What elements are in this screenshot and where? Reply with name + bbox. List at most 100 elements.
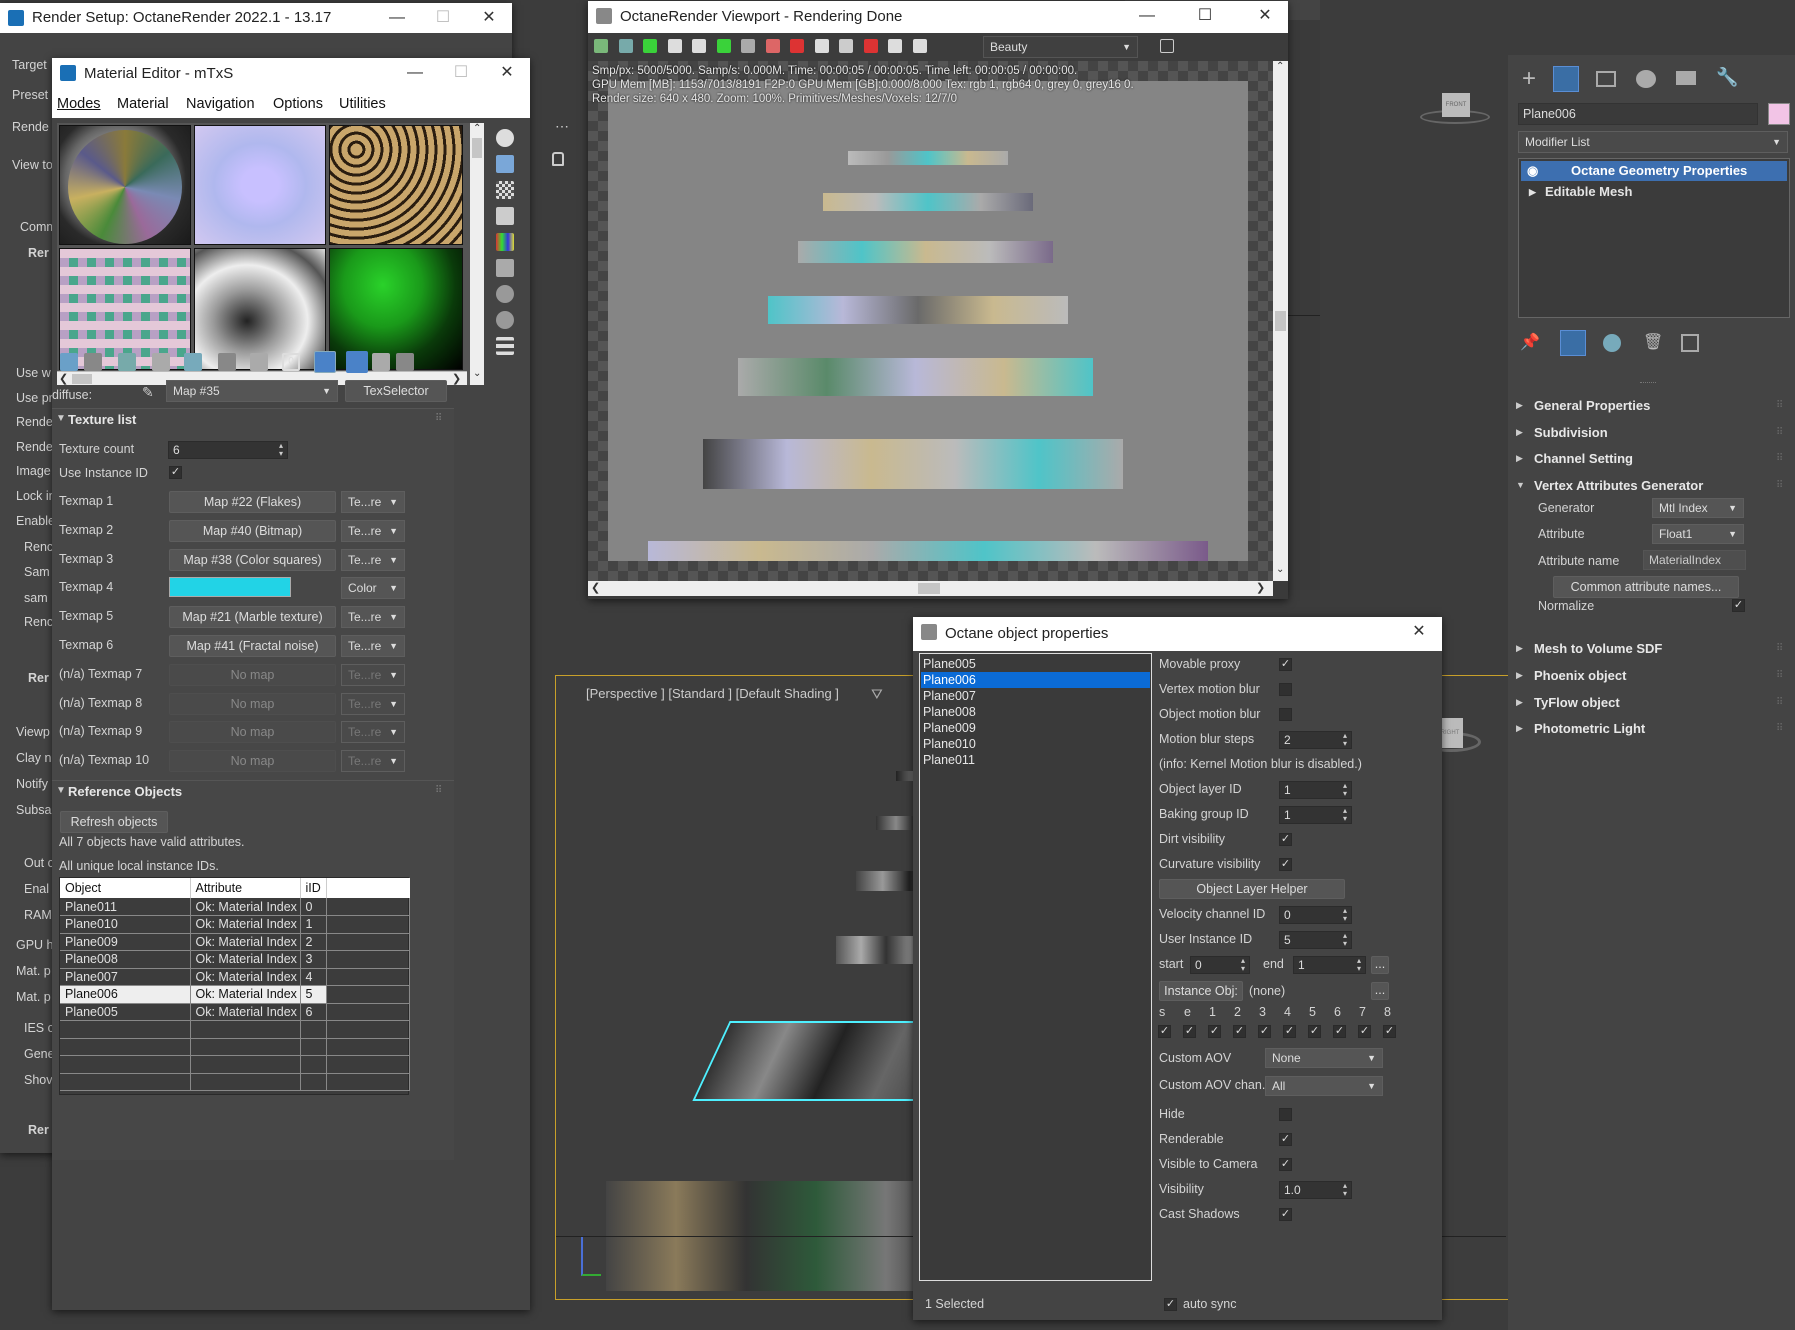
- texmap-type-dropdown[interactable]: Te...re: [341, 606, 405, 629]
- texmap-type-dropdown[interactable]: Te...re: [341, 491, 405, 513]
- list-item[interactable]: Plane011: [921, 752, 1150, 768]
- scroll-down-icon[interactable]: ⌄: [473, 368, 481, 379]
- list-item[interactable]: Plane009: [921, 720, 1150, 736]
- texmap-type-dropdown[interactable]: Te...re: [341, 635, 405, 657]
- modify-tab-icon[interactable]: [1553, 66, 1579, 92]
- table-row[interactable]: [60, 1073, 410, 1091]
- layer-col-checkbox[interactable]: ✓: [1208, 1025, 1221, 1038]
- layer-col-checkbox[interactable]: ✓: [1308, 1025, 1321, 1038]
- options-icon[interactable]: [496, 285, 514, 303]
- grip-icon[interactable]: ⠿: [1776, 453, 1783, 464]
- make-unique-icon[interactable]: [1603, 334, 1621, 352]
- object-list[interactable]: Plane005 Plane006 Plane007 Plane008 Plane009…: [919, 653, 1152, 1281]
- texmap-type-dropdown[interactable]: Te...re: [341, 721, 405, 744]
- slots-vscroll[interactable]: ⌃ ⌄: [470, 123, 484, 385]
- grip-icon[interactable]: ⠿: [1776, 643, 1783, 654]
- scroll-left-icon[interactable]: ❮: [591, 581, 600, 594]
- refresh-objects-button[interactable]: Refresh objects: [60, 811, 168, 833]
- texmap-map-button[interactable]: No map: [169, 750, 336, 773]
- texture-count-spinner[interactable]: 6: [168, 441, 288, 459]
- collapse-icon[interactable]: ▼: [56, 413, 66, 424]
- layer-col-checkbox[interactable]: ✓: [1233, 1025, 1246, 1038]
- table-row[interactable]: Plane008 Ok: Material Index 3: [60, 950, 410, 968]
- normalize-checkbox[interactable]: ✓: [1732, 599, 1745, 612]
- table-row[interactable]: Plane011 Ok: Material Index 0: [60, 898, 410, 916]
- movable-proxy-checkbox[interactable]: ✓: [1279, 658, 1292, 671]
- create-tab-icon[interactable]: +: [1522, 65, 1536, 93]
- rollout-header[interactable]: ▶ Phoenix object ⠿: [1514, 668, 1792, 688]
- close-button[interactable]: ✕: [1396, 617, 1442, 647]
- background-icon[interactable]: [496, 181, 514, 199]
- texmap-type-dropdown[interactable]: Te...re: [341, 519, 405, 542]
- table-row[interactable]: Plane009 Ok: Material Index 2: [60, 933, 410, 951]
- curvature-visibility-checkbox[interactable]: ✓: [1279, 858, 1292, 871]
- eyedropper-icon[interactable]: ✎: [142, 384, 154, 401]
- layer-col-checkbox[interactable]: ✓: [1333, 1025, 1346, 1038]
- reset-map-icon[interactable]: [152, 353, 170, 371]
- list-item[interactable]: Plane007: [921, 688, 1150, 704]
- custom-aov-dropdown[interactable]: None: [1265, 1048, 1383, 1068]
- put-to-scene-icon[interactable]: [84, 353, 102, 371]
- close-button[interactable]: ✕: [1242, 1, 1288, 31]
- viewport-tool-icon[interactable]: [765, 39, 780, 53]
- show-end-result-icon[interactable]: [1560, 330, 1586, 356]
- preview-icon[interactable]: [496, 259, 514, 277]
- rollout-header[interactable]: ▶ Subdivision ⠿: [1514, 425, 1792, 445]
- render-pass-dropdown[interactable]: Beauty: [983, 36, 1138, 58]
- start-spinner[interactable]: 0: [1190, 956, 1250, 974]
- close-button[interactable]: ✕: [484, 58, 530, 88]
- minimize-button[interactable]: —: [1124, 1, 1170, 31]
- viewport-tool-icon[interactable]: [594, 39, 608, 53]
- make-unique-icon[interactable]: [184, 353, 202, 371]
- scroll-right-icon[interactable]: ❯: [1256, 581, 1265, 594]
- go-to-parent-icon[interactable]: [372, 353, 390, 371]
- backlight-icon[interactable]: [496, 155, 514, 173]
- expand-icon[interactable]: ▶: [1516, 453, 1523, 464]
- grip-icon[interactable]: ⠿: [435, 785, 442, 796]
- pin-stack-icon[interactable]: 📌: [1520, 332, 1540, 352]
- texmap-map-button[interactable]: No map: [169, 721, 336, 744]
- video-check-icon[interactable]: [496, 233, 514, 251]
- scroll-thumb[interactable]: [918, 583, 940, 594]
- grip-icon[interactable]: ⠿: [1776, 670, 1783, 681]
- viewport-tool-icon[interactable]: [814, 39, 829, 53]
- maximize-button[interactable]: ☐: [1182, 1, 1228, 31]
- material-editor-window[interactable]: Material Editor - mTxS — ☐ ✕ Modes Mater…: [52, 58, 530, 1310]
- remove-modifier-icon[interactable]: 🗑: [1643, 332, 1663, 352]
- list-item[interactable]: Plane008: [921, 704, 1150, 720]
- vertex-mb-checkbox[interactable]: [1279, 683, 1292, 696]
- channel-id-icon[interactable]: 0: [282, 353, 300, 371]
- material-id-icon[interactable]: [250, 353, 268, 371]
- col-attribute[interactable]: Attribute: [190, 878, 301, 898]
- mb-steps-spinner[interactable]: 2: [1279, 731, 1352, 749]
- configure-sets-icon[interactable]: [1681, 334, 1699, 352]
- scroll-thumb[interactable]: [472, 138, 482, 158]
- viewport-tool-icon[interactable]: [643, 39, 657, 53]
- object-name-field[interactable]: Plane006: [1518, 103, 1758, 125]
- grip-icon[interactable]: ⠿: [435, 413, 442, 424]
- show-end-result-icon[interactable]: [346, 351, 368, 373]
- renderable-checkbox[interactable]: ✓: [1279, 1133, 1292, 1146]
- minimize-button[interactable]: —: [374, 3, 420, 33]
- stack-item-editable-mesh[interactable]: ▶ Editable Mesh: [1521, 182, 1787, 202]
- rollout-header[interactable]: ▶ Channel Setting ⠿: [1514, 451, 1792, 471]
- rollout-header[interactable]: ▶ Mesh to Volume SDF ⠿: [1514, 641, 1792, 661]
- menu-modes[interactable]: Modes: [57, 96, 101, 112]
- texmap-map-button[interactable]: No map: [169, 692, 336, 715]
- minimize-button[interactable]: —: [392, 58, 438, 88]
- viewport-hscroll[interactable]: ❮ ❯: [588, 581, 1273, 596]
- texmap-map-button[interactable]: Map #21 (Marble texture): [169, 606, 336, 629]
- common-attribute-names-button[interactable]: Common attribute names...: [1553, 576, 1739, 598]
- expand-icon[interactable]: ▶: [1516, 697, 1523, 708]
- map-dropdown[interactable]: Map #35: [166, 380, 338, 402]
- menu-utilities[interactable]: Utilities: [339, 96, 386, 112]
- rollout-header[interactable]: ▶ Photometric Light ⠿: [1514, 721, 1792, 741]
- texmap-color-swatch[interactable]: [169, 577, 291, 598]
- region-icon[interactable]: [1160, 39, 1174, 53]
- layer-col-checkbox[interactable]: ✓: [1283, 1025, 1296, 1038]
- texture-list-title[interactable]: Texture list: [68, 412, 136, 427]
- viewport-tool-icon[interactable]: [912, 39, 927, 53]
- table-row[interactable]: Plane005 Ok: Material Index 6: [60, 1003, 410, 1021]
- user-instance-spinner[interactable]: 5: [1279, 931, 1352, 949]
- list-item[interactable]: Plane010: [921, 736, 1150, 752]
